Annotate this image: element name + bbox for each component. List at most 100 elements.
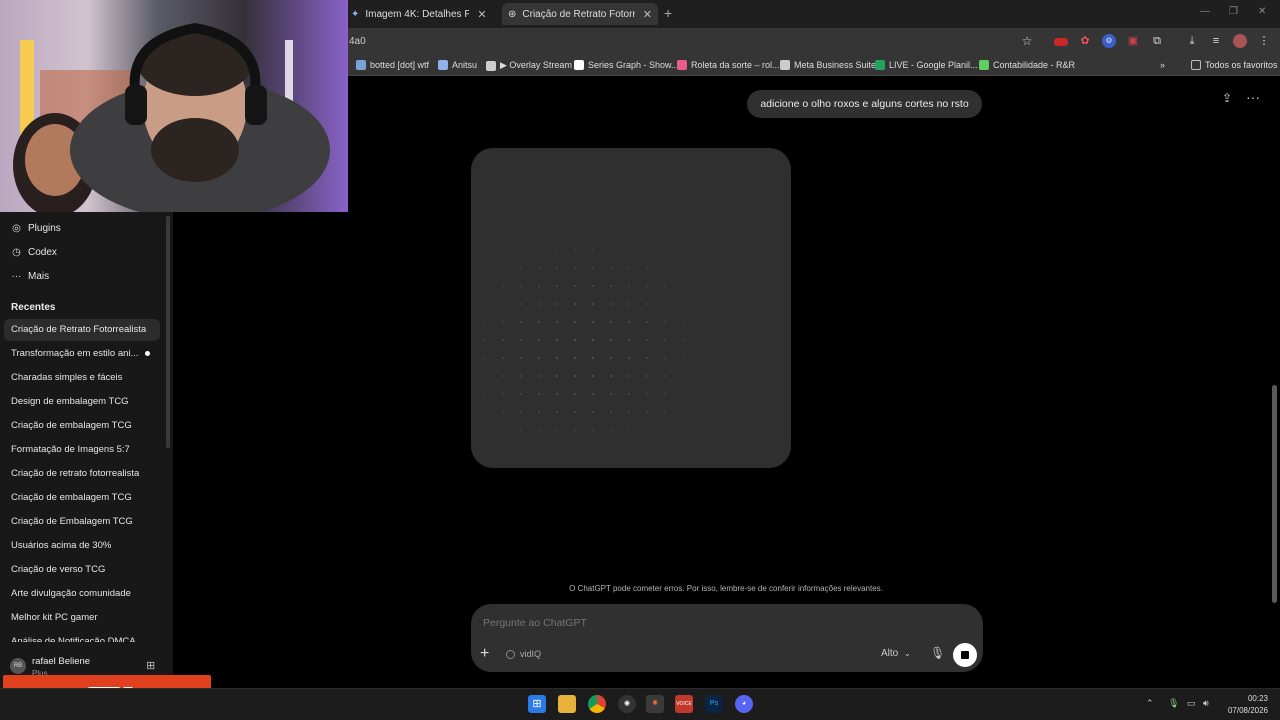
bookmark-item[interactable]: Meta Business Suite	[780, 60, 876, 70]
sidebar-recent-chat[interactable]: Análise de Notificação DMCA	[4, 631, 160, 642]
sidebar-recent-chat[interactable]: Criação de embalagem TCG	[4, 487, 160, 509]
avatar[interactable]: RB	[10, 658, 26, 674]
loading-dot	[520, 393, 522, 395]
sidebar-recent-chat[interactable]: Usuários acima de 30%	[4, 535, 160, 557]
browser-menu-icon[interactable]: ⋮	[1257, 34, 1271, 48]
restore-icon[interactable]: ❐	[1229, 6, 1238, 17]
bookmark-item[interactable]: LIVE - Google Planil...	[875, 60, 978, 70]
voicemeeter-icon[interactable]: VOICE	[675, 695, 693, 713]
sidebar-recent-chat[interactable]: Criação de embalagem TCG	[4, 415, 160, 437]
loading-dot	[538, 249, 540, 251]
loading-dot	[520, 375, 522, 377]
loading-dot	[628, 303, 630, 305]
loading-dot	[484, 303, 486, 305]
volume-icon[interactable]: 🔊︎	[1203, 698, 1209, 709]
photoshop-icon[interactable]: Ps	[705, 695, 723, 713]
sidebar-recent-chat[interactable]: Transformação em estilo ani...	[4, 343, 160, 365]
loading-dot	[682, 411, 684, 413]
profile-avatar-icon[interactable]	[1233, 34, 1247, 48]
discord-icon[interactable]: ◕	[735, 695, 753, 713]
loading-dot	[610, 375, 612, 377]
loading-dot	[664, 375, 666, 377]
unread-dot-icon	[145, 351, 150, 356]
obs-icon[interactable]: ◉	[618, 695, 636, 713]
sidebar-recent-chat[interactable]: Charadas simples e fáceis	[4, 367, 160, 389]
bookmark-item[interactable]: Roleta da sorte – rol...	[677, 60, 780, 70]
sidebar-recent-chat[interactable]: Formatação de Imagens 5:7	[4, 439, 160, 461]
loading-dot	[574, 267, 576, 269]
file-explorer-icon[interactable]	[558, 695, 576, 713]
sidebar-recent-chat[interactable]: Arte divulgação comunidade	[4, 583, 160, 605]
bookmark-item[interactable]: Contabilidade - R&R	[979, 60, 1075, 70]
more-options-icon[interactable]: ···	[1246, 89, 1260, 105]
bookmark-favicon-icon	[979, 60, 989, 70]
tray-mic-icon[interactable]: 🎙︎	[1168, 698, 1179, 709]
sidebar-item-plugins[interactable]: ◎ Plugins	[11, 223, 61, 234]
bookmark-item[interactable]: botted [dot] wtf	[356, 60, 429, 70]
close-tab-icon[interactable]: ✕	[643, 8, 652, 21]
sidebar-recent-chat[interactable]: Melhor kit PC gamer	[4, 607, 160, 629]
tab-imagem-4k[interactable]: ✦ Imagem 4K: Detalhes Preservad ✕	[345, 3, 497, 25]
workspace-icon[interactable]: ⊞	[146, 659, 155, 672]
bookmark-item[interactable]: Series Graph - Show...	[574, 60, 679, 70]
loading-dot	[628, 267, 630, 269]
loading-dot	[610, 393, 612, 395]
share-icon[interactable]: ⇪	[1222, 91, 1232, 105]
youtube-extension-icon[interactable]	[1054, 38, 1068, 46]
all-bookmarks-label: Todos os favoritos	[1205, 60, 1278, 70]
bookmark-item[interactable]: ▶ Overlay Stream	[486, 60, 572, 71]
bookmark-favicon-icon	[780, 60, 790, 70]
claude-icon[interactable]: ✺	[646, 695, 664, 713]
sidebar-recent-chat[interactable]: Criação de retrato fotorrealista	[4, 463, 160, 485]
sidebar-recent-chat[interactable]: Criação de Embalagem TCG	[4, 511, 160, 533]
loading-dot	[520, 303, 522, 305]
loading-dot	[538, 357, 540, 359]
stop-generation-button[interactable]	[953, 643, 977, 667]
extension-red-icon[interactable]: ✿	[1078, 34, 1092, 48]
clock-time[interactable]: 00:23	[1236, 694, 1268, 703]
loading-dot	[646, 249, 648, 251]
prompt-input[interactable]	[483, 617, 783, 629]
network-icon[interactable]: ▭	[1187, 698, 1196, 709]
user-name[interactable]: rafael Beliene	[32, 656, 90, 667]
bookmark-star-icon[interactable]: ☆	[1020, 34, 1034, 48]
sidebar-item-codex[interactable]: ◷ Codex	[11, 247, 57, 258]
reasoning-level-select[interactable]: Alto ⌄	[881, 648, 911, 659]
extension-dark-icon[interactable]: ▣	[1126, 34, 1140, 48]
microphone-icon[interactable]: 🎙︎	[930, 646, 945, 660]
sidebar-recent-chat[interactable]: Criação de verso TCG	[4, 559, 160, 581]
new-tab-icon[interactable]: +	[664, 5, 672, 21]
start-icon[interactable]: ⊞	[528, 695, 546, 713]
tab-criacao-retrato[interactable]: ⊛ Criação de Retrato Fotorrealista ✕	[502, 3, 658, 25]
bookmarks-overflow-icon[interactable]: »	[1160, 60, 1165, 70]
extensions-puzzle-icon[interactable]: ⧉	[1150, 34, 1164, 48]
vidiq-tool-chip[interactable]: vidIQ	[506, 649, 541, 659]
extension-blue-icon[interactable]: ⚙	[1102, 34, 1116, 48]
loading-dot	[538, 447, 540, 449]
sidebar-item-mais[interactable]: ··· Mais	[11, 271, 50, 282]
clock-date[interactable]: 07/08/2026	[1222, 706, 1268, 715]
minimize-icon[interactable]: —	[1200, 6, 1210, 17]
sidebar-recent-chat[interactable]: Design de embalagem TCG	[4, 391, 160, 413]
chrome-icon[interactable]	[588, 695, 606, 713]
sidebar-recent-chat[interactable]: Criação de Retrato Fotorrealista	[4, 319, 160, 341]
loading-dot	[520, 357, 522, 359]
loading-dot	[502, 267, 504, 269]
loading-dot	[682, 393, 684, 395]
loading-dot	[646, 321, 648, 323]
reading-list-icon[interactable]: ≡	[1209, 34, 1223, 48]
close-window-icon[interactable]: ✕	[1258, 6, 1266, 17]
download-icon[interactable]: ⤓	[1185, 34, 1199, 48]
webcam-scene	[13, 22, 330, 212]
loading-dot	[664, 393, 666, 395]
main-scrollbar[interactable]	[1272, 385, 1277, 603]
close-tab-icon[interactable]: ✕	[477, 8, 486, 21]
sidebar-scrollbar[interactable]	[166, 216, 170, 448]
bookmark-item[interactable]: Anitsu	[438, 60, 477, 70]
all-bookmarks-button[interactable]: Todos os favoritos	[1191, 60, 1278, 70]
add-attachment-icon[interactable]: +	[480, 645, 489, 663]
tab-title: Criação de Retrato Fotorrealista	[522, 8, 635, 20]
url-field[interactable]: 4a0	[349, 36, 366, 47]
tray-overflow-icon[interactable]: ⌃	[1146, 698, 1154, 709]
loading-dot	[592, 357, 594, 359]
